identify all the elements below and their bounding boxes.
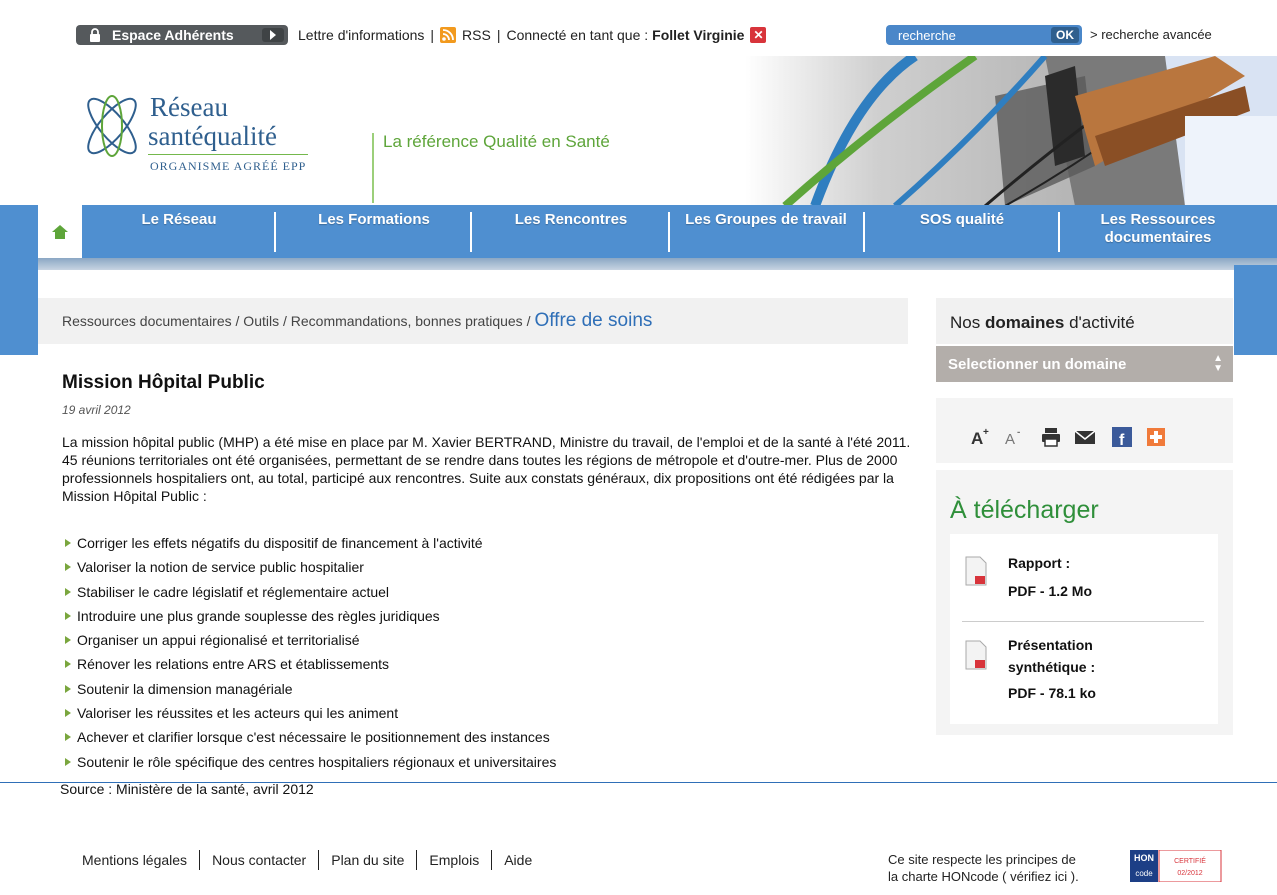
- domains-title-prefix: Nos: [950, 313, 981, 332]
- download-rapport-meta: PDF - 1.2 Mo: [1008, 583, 1093, 599]
- download-rapport-title[interactable]: Rapport :: [1008, 552, 1070, 574]
- rss-link[interactable]: RSS: [462, 27, 491, 43]
- domains-title: Nos domaines d'activité: [950, 313, 1135, 333]
- nav-item-groupes[interactable]: Les Groupes de travail: [676, 211, 856, 255]
- list-item: Introduire une plus grande souplesse des…: [62, 604, 912, 628]
- footer-link-mentions[interactable]: Mentions légales: [82, 852, 199, 870]
- espace-adherents-label: Espace Adhérents: [112, 27, 234, 43]
- nav-item-formations[interactable]: Les Formations: [282, 211, 466, 255]
- honcode-verify-link[interactable]: la charte HONcode ( vérifiez ici ).: [888, 868, 1118, 885]
- list-item: Achever et clarifier lorsque c'est néces…: [62, 725, 912, 749]
- download-presentation-title-line2[interactable]: synthétique :: [1008, 656, 1095, 678]
- footer-link-plan[interactable]: Plan du site: [319, 852, 416, 870]
- svg-text:A: A: [1005, 431, 1015, 448]
- lock-icon: [90, 28, 100, 42]
- article-date: 19 avril 2012: [62, 403, 131, 417]
- nav-separator: [1058, 212, 1060, 252]
- domain-select[interactable]: Selectionner un domaine ▲ ▼: [936, 346, 1233, 382]
- nav-item-sos-qualite[interactable]: SOS qualité: [870, 211, 1054, 255]
- newsletter-link[interactable]: Lettre d'informations: [298, 27, 424, 43]
- select-arrows-icon: ▲ ▼: [1213, 353, 1223, 374]
- breadcrumb-current: Offre de soins: [534, 310, 653, 331]
- logo-subtitle: ORGANISME AGRÉÉ EPP: [150, 159, 307, 173]
- separator: |: [496, 27, 501, 43]
- nav-shadow-band: [38, 258, 1277, 270]
- list-item: Stabiliser le cadre législatif et réglem…: [62, 580, 912, 604]
- home-icon: [52, 224, 68, 239]
- article-source: Source : Ministère de la santé, avril 20…: [60, 781, 314, 797]
- propositions-list: Corriger les effets négatifs du disposit…: [62, 531, 912, 774]
- breadcrumb: Ressources documentaires / Outils / Reco…: [38, 298, 908, 344]
- user-name[interactable]: Follet Virginie: [652, 27, 744, 43]
- nav-separator: [274, 212, 276, 252]
- share-plus-icon[interactable]: [1145, 426, 1167, 448]
- honcode-badge[interactable]: HON code CERTIFIÉ 02/2012: [1130, 850, 1224, 882]
- footer-link-contact[interactable]: Nous contacter: [200, 852, 318, 870]
- download-presentation-meta: PDF - 78.1 ko: [1008, 685, 1096, 701]
- nav-separator: [863, 212, 865, 252]
- breadcrumb-path[interactable]: Ressources documentaires / Outils / Reco…: [62, 313, 530, 329]
- list-item: Corriger les effets négatifs du disposit…: [62, 531, 912, 555]
- nav-item-ressources[interactable]: Les Ressources documentaires: [1078, 211, 1238, 255]
- arrow-right-icon: [262, 28, 284, 42]
- espace-adherents-button[interactable]: Espace Adhérents: [76, 25, 288, 45]
- top-links: Lettre d'informations | RSS | Connecté e…: [298, 27, 767, 43]
- downloads-divider: [962, 621, 1204, 622]
- logo-rule: [148, 154, 308, 155]
- right-edge: [1234, 265, 1277, 355]
- honcode-date: 02/2012: [1177, 870, 1202, 877]
- honcode-line1: Ce site respecte les principes de: [888, 852, 1076, 867]
- downloads-title: À télécharger: [950, 496, 1099, 524]
- connected-label: Connecté en tant que :: [506, 27, 649, 43]
- increase-font-icon[interactable]: A +: [971, 426, 993, 448]
- print-icon[interactable]: [1040, 426, 1062, 448]
- svg-text:-: -: [1017, 427, 1020, 438]
- list-item: Valoriser la notion de service public ho…: [62, 555, 912, 579]
- slogan: La référence Qualité en Santé: [383, 132, 610, 151]
- article-body: La mission hôpital public (MHP) a été mi…: [62, 434, 911, 504]
- nav-separator: [668, 212, 670, 252]
- banner-photo: [745, 56, 1277, 206]
- footer-link-emplois[interactable]: Emplois: [417, 852, 491, 870]
- home-button[interactable]: [38, 205, 82, 258]
- pdf-icon[interactable]: [965, 556, 987, 586]
- nav-separator: [470, 212, 472, 252]
- email-icon[interactable]: [1074, 426, 1096, 448]
- facebook-icon[interactable]: f: [1111, 426, 1133, 449]
- separator: |: [430, 27, 435, 43]
- domains-title-suffix: d'activité: [1069, 313, 1135, 332]
- slogan-divider: [372, 133, 374, 203]
- honcode-badge-top: HON: [1134, 853, 1154, 863]
- nav-item-rencontres[interactable]: Les Rencontres: [478, 211, 664, 255]
- search-placeholder: recherche: [898, 27, 956, 43]
- advanced-search-link[interactable]: > recherche avancée: [1090, 27, 1212, 42]
- list-item: Soutenir la dimension managériale: [62, 677, 912, 701]
- honcode-badge-code: code: [1135, 869, 1153, 878]
- logo-title-line1: Réseau: [150, 92, 228, 122]
- honcode-certified: CERTIFIÉ: [1174, 856, 1206, 865]
- rss-icon[interactable]: [440, 27, 457, 43]
- left-edge: [0, 265, 38, 355]
- svg-text:f: f: [1119, 432, 1125, 448]
- domain-select-value: Selectionner un domaine: [948, 355, 1127, 373]
- svg-text:+: +: [983, 427, 989, 438]
- svg-text:A: A: [971, 429, 983, 448]
- footer-link-aide[interactable]: Aide: [492, 852, 544, 870]
- page-title: Mission Hôpital Public: [62, 372, 265, 393]
- nav-item-reseau[interactable]: Le Réseau: [92, 211, 266, 255]
- pdf-icon[interactable]: [965, 640, 987, 670]
- list-item: Rénover les relations entre ARS et établ…: [62, 652, 912, 676]
- honcode-text: Ce site respecte les principes de la cha…: [888, 851, 1118, 885]
- list-item: Soutenir le rôle spécifique des centres …: [62, 750, 912, 774]
- decrease-font-icon[interactable]: A-: [1005, 426, 1027, 448]
- search-ok-button[interactable]: OK: [1051, 27, 1079, 43]
- close-icon[interactable]: ✕: [750, 27, 767, 43]
- logo-title-line2: santéqualité: [148, 121, 277, 151]
- domains-title-bold: domaines: [984, 313, 1065, 332]
- footer-links: Mentions légales Nous contacter Plan du …: [82, 850, 544, 870]
- download-presentation-title-line1[interactable]: Présentation: [1008, 634, 1093, 656]
- list-item: Organiser un appui régionalisé et territ…: [62, 628, 912, 652]
- list-item: Valoriser les réussites et les acteurs q…: [62, 701, 912, 725]
